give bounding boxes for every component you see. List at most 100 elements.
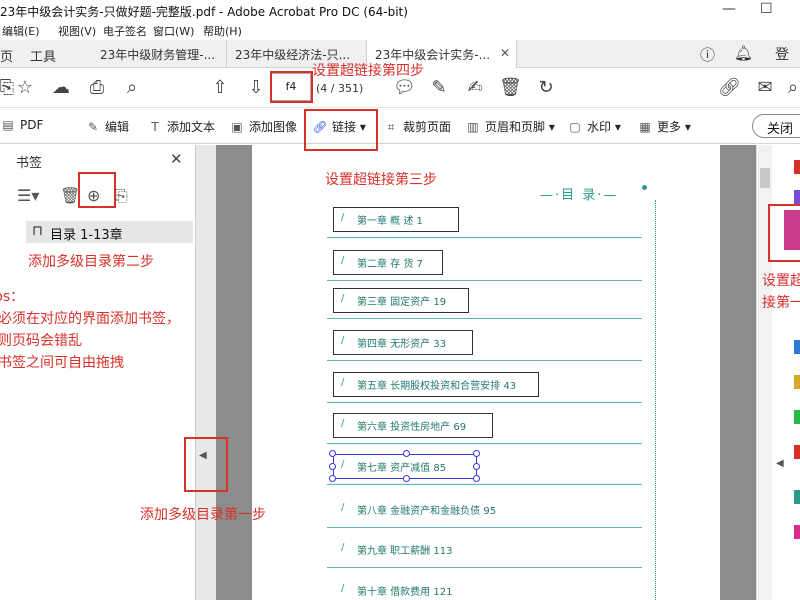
nav-home[interactable]: 页 xyxy=(0,46,13,65)
edit-button[interactable]: ✎ 编辑 xyxy=(85,118,129,135)
resize-handle[interactable] xyxy=(329,475,336,482)
menu-esign[interactable]: 电子签名 xyxy=(103,23,147,39)
more-icon: ▦ xyxy=(639,120,651,134)
print-icon[interactable]: ⎙ xyxy=(86,77,108,98)
edit-label: 编辑 xyxy=(105,120,130,134)
scrollbar-thumb[interactable] xyxy=(760,168,770,188)
toc-underline xyxy=(327,318,642,319)
add-image-button[interactable]: ▣ 添加图像 xyxy=(229,118,297,135)
maximize-button[interactable]: ☐ xyxy=(760,1,773,17)
page-down-icon[interactable]: ⇩ xyxy=(245,77,267,98)
menu-edit[interactable]: 编辑(E) xyxy=(2,23,40,39)
tab-label: 23年中级财务管理-... xyxy=(100,48,216,62)
edit-icon: ✎ xyxy=(87,120,99,134)
delete-icon[interactable]: 🗑︎ xyxy=(499,77,522,98)
annotation-link-step3: 设置超链接第三步 xyxy=(325,172,437,188)
pen-icon[interactable]: ✎ xyxy=(428,77,450,98)
rotate-icon[interactable]: ↻ xyxy=(535,77,557,98)
toc-bullet: / xyxy=(341,212,345,223)
close-tab-icon[interactable]: ✕ xyxy=(500,46,510,60)
bookmarks-title: 书签 xyxy=(16,156,43,171)
export-pdf-icon[interactable] xyxy=(794,160,800,174)
edit-tools-bar: ▤ PDF ✎ 编辑 T 添加文本 ▣ 添加图像 🔗︎ 链接 ▾ ⌗ 裁剪页面 ▥ 页眉和页脚… xyxy=(0,108,800,144)
bookmark-label: 目录 1-13章 xyxy=(50,228,123,243)
toc-entry[interactable]: / 第四章 无形资产 33 xyxy=(327,330,642,361)
toc-bullet: / xyxy=(341,542,345,553)
image-icon: ▣ xyxy=(231,120,243,134)
menu-help[interactable]: 帮助(H) xyxy=(203,23,242,39)
zoom-icon[interactable]: ⌕ xyxy=(121,77,143,98)
menu-window[interactable]: 窗口(W) xyxy=(153,23,194,39)
toc-entry[interactable]: / 第一章 概 述 1 xyxy=(327,207,642,238)
upload-icon[interactable]: ☁ xyxy=(50,77,72,98)
header-footer-label: 页眉和页脚 xyxy=(485,120,546,134)
highlight-link-tool xyxy=(304,109,378,151)
minimize-button[interactable]: — xyxy=(722,1,736,17)
search-icon[interactable]: ⌕ xyxy=(782,77,800,98)
collapse-right-panel-icon[interactable]: ◀ xyxy=(776,458,784,469)
options-icon[interactable]: ☰▾ xyxy=(17,186,39,205)
close-panel-icon[interactable]: ✕ xyxy=(170,150,183,168)
resize-handle[interactable] xyxy=(403,475,410,482)
toc-underline xyxy=(327,443,642,444)
resize-handle[interactable] xyxy=(473,463,480,470)
watermark-button[interactable]: ▢ 水印 ▾ xyxy=(567,118,621,135)
menu-view[interactable]: 视图(V) xyxy=(58,23,96,39)
highlight-page-box xyxy=(270,71,313,103)
annotation-tips-1: 必须在对应的界面添加书签， xyxy=(0,311,180,327)
toc-bullet: / xyxy=(341,255,345,266)
toc-entry[interactable]: / 第二章 存 货 7 xyxy=(327,250,642,281)
text-icon: T xyxy=(151,120,159,134)
toc-entry[interactable]: / 第三章 固定资产 19 xyxy=(327,288,642,319)
header-footer-icon: ▥ xyxy=(467,120,479,134)
toc-underline xyxy=(327,527,642,528)
bookmark-item[interactable]: ⊓ 目录 1-13章 xyxy=(26,221,193,243)
panel-splitter[interactable] xyxy=(196,145,216,600)
resize-handle[interactable] xyxy=(473,475,480,482)
toc-entry-text: 第五章 长期股权投资和合营安排 43 xyxy=(357,381,517,392)
toc-underline xyxy=(327,402,642,403)
bookmark-from-selection-icon[interactable]: ⎘ xyxy=(115,186,128,206)
toc-entry-text: 第七章 资产减值 85 xyxy=(357,463,447,474)
crop-button[interactable]: ⌗ 裁剪页面 xyxy=(383,118,451,135)
star-icon[interactable]: ☆ xyxy=(14,77,36,98)
nav-tools[interactable]: 工具 xyxy=(30,46,56,65)
toc-entry[interactable]: / 第七章 资产减值 85 xyxy=(327,450,642,485)
resize-handle[interactable] xyxy=(403,450,410,457)
toc-entry[interactable]: / 第八章 金融资产和金融负债 95 xyxy=(327,497,642,528)
organize-tool-icon[interactable] xyxy=(794,410,800,424)
redact-tool-icon[interactable] xyxy=(794,445,800,459)
pdf-label: ▤ PDF xyxy=(0,118,43,132)
tab-document-1[interactable]: 23年中级财务管理-... xyxy=(92,40,227,68)
add-text-button[interactable]: T 添加文本 xyxy=(147,118,215,135)
mail-icon[interactable]: ✉ xyxy=(754,77,776,98)
page-up-icon[interactable]: ⇧ xyxy=(209,77,231,98)
toc-entry[interactable]: / 第六章 投资性房地产 69 xyxy=(327,413,642,444)
comment-tool-icon[interactable] xyxy=(794,340,800,354)
create-pdf-icon[interactable] xyxy=(794,190,800,204)
bell-icon[interactable]: 🔔︎ xyxy=(734,44,753,62)
tab-label: 23年中级经济法-只... xyxy=(235,48,351,62)
resize-handle[interactable] xyxy=(329,450,336,457)
toc-entry[interactable]: / 第五章 长期股权投资和合营安排 43 xyxy=(327,372,642,403)
toc-underline xyxy=(327,360,642,361)
help-icon[interactable]: ⓘ xyxy=(700,44,715,65)
close-tool-button[interactable]: 关闭 xyxy=(752,114,800,138)
more-button[interactable]: ▦ 更多 ▾ xyxy=(637,118,691,135)
toc-underline xyxy=(327,567,642,568)
window-title: 23年中级会计实务-只做好题-完整版.pdf - Adobe Acrobat P… xyxy=(0,5,408,19)
toc-entry[interactable]: / 第九章 职工薪酬 113 xyxy=(327,537,642,568)
resize-handle[interactable] xyxy=(329,463,336,470)
header-footer-button[interactable]: ▥ 页眉和页脚 ▾ xyxy=(465,118,555,135)
menu-bar: 编辑(E) 视图(V) 电子签名 窗口(W) 帮助(H) xyxy=(0,22,800,40)
fill-sign-tool-icon[interactable] xyxy=(794,525,800,539)
more-label: 更多 xyxy=(657,120,682,134)
toc-entry[interactable]: / 第十章 借款费用 121 xyxy=(337,578,642,600)
combine-tool-icon[interactable] xyxy=(794,375,800,389)
toc-bullet: / xyxy=(341,335,345,346)
account-icon[interactable]: 登 xyxy=(775,44,789,64)
sign-icon[interactable]: ✍ xyxy=(464,77,486,98)
share-link-icon[interactable]: 🔗︎ xyxy=(718,77,741,98)
protect-tool-icon[interactable] xyxy=(794,490,800,504)
resize-handle[interactable] xyxy=(473,450,480,457)
